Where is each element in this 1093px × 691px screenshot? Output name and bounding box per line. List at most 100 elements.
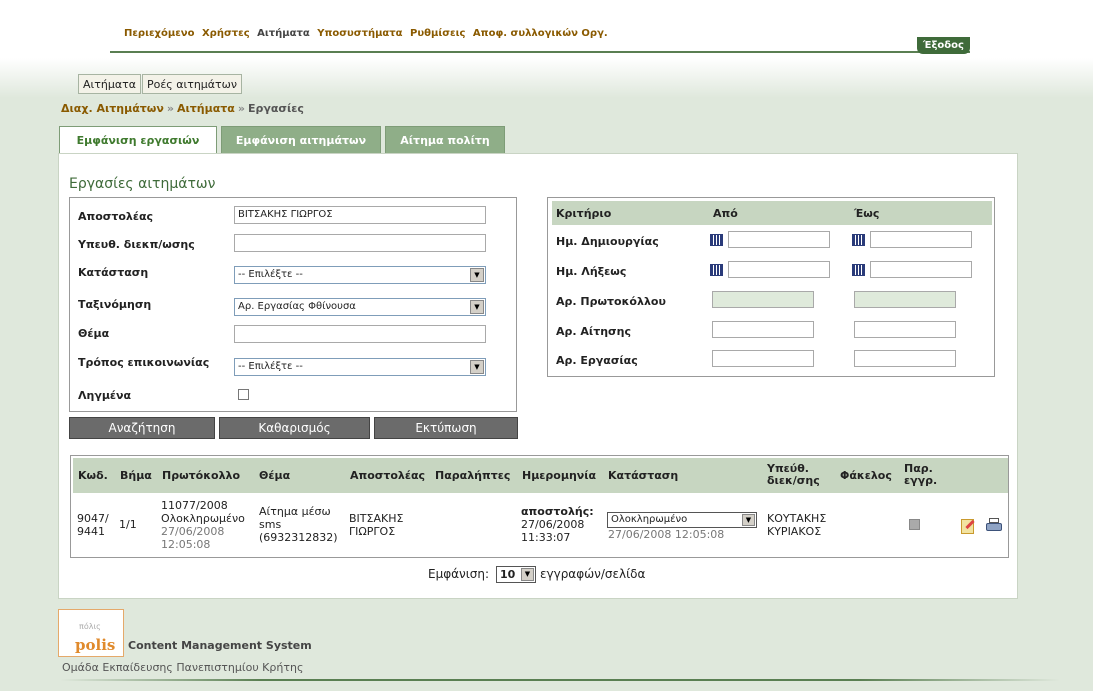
breadcrumb: Διαχ. Αιτημάτων» Αιτήματα» Εργασίες — [61, 102, 304, 115]
criteria-label: Αρ. Εργασίας — [556, 354, 638, 367]
menu-item-decisions[interactable]: Αποφ. συλλογικών Οργ. — [473, 28, 608, 39]
criteria-header: Κριτήριο Από Έως — [552, 201, 992, 225]
menu-item-users[interactable]: Χρήστες — [202, 28, 250, 39]
col-step: Βήμα — [120, 469, 152, 482]
subject-label: Θέμα — [78, 327, 110, 340]
print-button[interactable]: Εκτύπωση — [374, 417, 518, 439]
polis-logo: πόλις polis — [58, 609, 124, 657]
criteria-row-expiry-date: Ημ. Λήξεως — [556, 261, 992, 281]
tab-show-requests[interactable]: Εμφάνιση αιτημάτων — [221, 126, 381, 153]
chevron-down-icon[interactable]: ▼ — [470, 268, 484, 282]
col-receipt: Παρ. εγγρ. — [904, 462, 938, 487]
contact-select-value: -- Επιλέξτε -- — [238, 361, 303, 372]
footer-divider — [60, 679, 1060, 681]
per-page-value: 10 — [500, 568, 516, 581]
criteria-row-protocol: Αρ. Πρωτοκόλλου — [556, 291, 992, 311]
menu-item-requests[interactable]: Αιτήματα — [257, 28, 310, 39]
row-protocol-date: 27/06/2008 12:05:08 — [161, 525, 225, 551]
breadcrumb-separator: » — [237, 102, 245, 115]
per-page-select[interactable]: 10 ▼ — [496, 566, 536, 583]
row-sender: ΒΙΤΣΑΚΗΣ ΓΙΩΡΓΟΣ — [349, 512, 404, 538]
criteria-row-creation-date: Ημ. Δημιουργίας — [556, 231, 992, 251]
breadcrumb-item[interactable]: Αιτήματα — [177, 102, 235, 115]
row-status-date: 27/06/2008 12:05:08 — [608, 528, 725, 541]
breadcrumb-separator: » — [166, 102, 174, 115]
sender-input[interactable]: ΒΙΤΣΑΚΗΣ ΓΙΩΡΓΟΣ — [234, 206, 486, 224]
col-sender: Αποστολέας — [350, 469, 426, 482]
expired-checkbox[interactable] — [238, 389, 249, 400]
criteria-header-criterion: Κριτήριο — [556, 207, 612, 220]
breadcrumb-current: Εργασίες — [247, 102, 304, 115]
task-to-input[interactable] — [854, 350, 956, 367]
row-status-value: Ολοκληρωμένο — [611, 514, 688, 525]
search-button[interactable]: Αναζήτηση — [69, 417, 215, 439]
chevron-down-icon[interactable]: ▼ — [521, 568, 534, 581]
application-from-input[interactable] — [712, 321, 814, 338]
search-form: Αποστολέας ΒΙΤΣΑΚΗΣ ΓΙΩΡΓΟΣ Υπευθ. διεκπ… — [69, 197, 517, 412]
sender-label: Αποστολέας — [78, 210, 154, 223]
row-step: 1/1 — [119, 518, 137, 531]
subject-input[interactable] — [234, 325, 486, 343]
form-row-status: Κατάσταση -- Επιλέξτε -- ▼ — [78, 266, 508, 288]
subtab-requests[interactable]: Αιτήματα — [78, 74, 141, 94]
creation-date-from-input[interactable] — [728, 231, 830, 248]
menu-item-settings[interactable]: Ρυθμίσεις — [410, 28, 465, 39]
col-protocol: Πρωτόκολλο — [162, 469, 241, 482]
top-menu: Περιεχόμενο Χρήστες Αιτήματα Υποσυστήματ… — [124, 28, 612, 39]
chevron-down-icon[interactable]: ▼ — [470, 360, 484, 374]
row-status-select[interactable]: Ολοκληρωμένο ▼ — [607, 512, 757, 528]
chevron-down-icon[interactable]: ▼ — [742, 514, 755, 526]
logo-text: polis — [75, 636, 116, 654]
section-title: Εργασίες αιτημάτων — [69, 176, 216, 192]
application-to-input[interactable] — [854, 321, 956, 338]
logo-greek-text: πόλις — [79, 622, 101, 631]
expiry-date-to-input[interactable] — [870, 261, 972, 278]
col-status: Κατάσταση — [608, 469, 679, 482]
expiry-date-from-input[interactable] — [728, 261, 830, 278]
tab-show-tasks[interactable]: Εμφάνιση εργασιών — [59, 126, 217, 154]
breadcrumb-item[interactable]: Διαχ. Αιτημάτων — [61, 102, 164, 115]
col-folder: Φάκελος — [840, 469, 892, 482]
edit-icon[interactable] — [961, 519, 974, 534]
status-select[interactable]: -- Επιλέξτε -- ▼ — [234, 266, 486, 284]
row-subject[interactable]: Αίτημα μέσω sms (6932312832) — [259, 505, 347, 544]
task-from-input[interactable] — [712, 350, 814, 367]
tab-citizen-request[interactable]: Αίτημα πολίτη — [385, 126, 505, 153]
row-manager: ΚΟΥΤΑΚΗΣ ΚΥΡΙΑΚΟΣ — [767, 512, 827, 538]
criteria-header-to: Έως — [854, 207, 880, 220]
sort-label: Ταξινόμηση — [78, 298, 152, 311]
subtab-request-flows[interactable]: Ροές αιτημάτων — [141, 74, 243, 94]
col-code: Κωδ. — [78, 469, 108, 482]
results-table: Κωδ. Βήμα Πρωτόκολλο Θέμα Αποστολέας Παρ… — [70, 455, 1009, 558]
criteria-label: Αρ. Αίτησης — [556, 325, 631, 338]
manager-input[interactable] — [234, 234, 486, 252]
logout-button[interactable]: Έξοδος — [917, 37, 970, 54]
criteria-label: Αρ. Πρωτοκόλλου — [556, 295, 666, 308]
calendar-icon[interactable] — [852, 234, 865, 246]
menu-item-content[interactable]: Περιεχόμενο — [124, 28, 194, 39]
form-row-sender: Αποστολέας ΒΙΤΣΑΚΗΣ ΓΙΩΡΓΟΣ — [78, 206, 508, 228]
criteria-row-task: Αρ. Εργασίας — [556, 350, 992, 370]
chevron-down-icon[interactable]: ▼ — [470, 300, 484, 314]
col-subject: Θέμα — [259, 469, 291, 482]
col-recipients: Παραλήπτες — [435, 469, 511, 482]
status-select-value: -- Επιλέξτε -- — [238, 269, 303, 280]
contact-select[interactable]: -- Επιλέξτε -- ▼ — [234, 358, 486, 376]
criteria-box: Κριτήριο Από Έως Ημ. Δημιουργίας Ημ. Λήξ… — [547, 197, 995, 377]
row-date-label: αποστολής: — [521, 505, 594, 518]
status-label: Κατάσταση — [78, 266, 149, 279]
clear-button[interactable]: Καθαρισμός — [219, 417, 370, 439]
criteria-label: Ημ. Λήξεως — [556, 265, 627, 278]
creation-date-to-input[interactable] — [870, 231, 972, 248]
calendar-icon[interactable] — [710, 234, 723, 246]
row-protocol-number: 11077/2008 — [161, 499, 228, 512]
protocol-to-input — [854, 291, 956, 308]
calendar-icon[interactable] — [710, 264, 723, 276]
menu-item-subsystems[interactable]: Υποσυστήματα — [317, 28, 402, 39]
sort-select[interactable]: Αρ. Εργασίας Φθίνουσα ▼ — [234, 298, 486, 316]
cms-label: Content Management System — [128, 639, 312, 652]
sub-navigation: Αιτήματα Ροές αιτημάτων — [78, 74, 243, 94]
calendar-icon[interactable] — [852, 264, 865, 276]
protocol-from-input — [712, 291, 814, 308]
print-icon[interactable] — [986, 518, 1002, 533]
